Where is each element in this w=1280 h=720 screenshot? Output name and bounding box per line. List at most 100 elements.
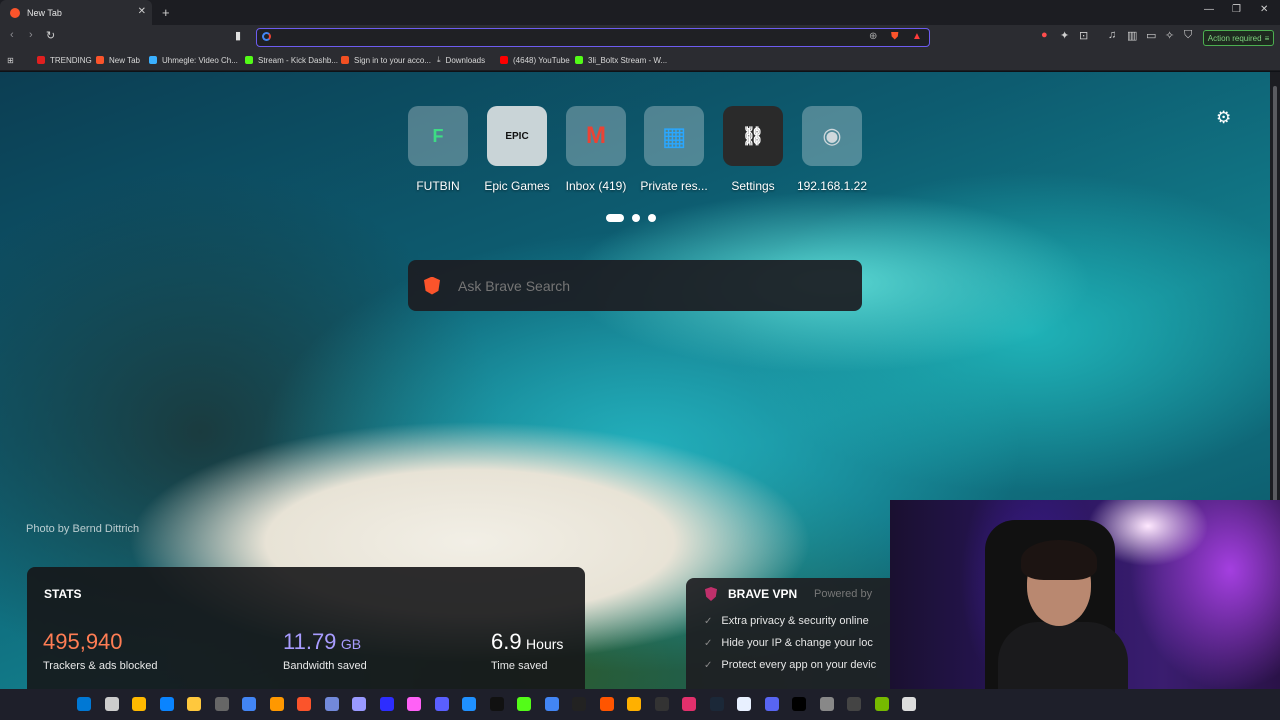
close-window-icon[interactable]: ✕ (1260, 4, 1268, 15)
stat-value: 6.9 (491, 629, 522, 654)
taskbar-app-icon[interactable] (462, 697, 476, 711)
taskbar-app-icon[interactable] (407, 697, 421, 711)
stats-widget: STATS 495,940 Trackers & ads blocked 11.… (27, 567, 585, 689)
webcam-overlay (890, 500, 1280, 689)
brave-shields-icon[interactable]: ⛊ (891, 31, 899, 42)
taskbar-app-icon[interactable] (544, 697, 559, 711)
taskbar-app-icon[interactable] (874, 697, 889, 711)
brave-search-box[interactable] (408, 260, 862, 311)
bookmark-item[interactable]: TRENDING (37, 54, 92, 66)
taskbar-app-icon[interactable] (902, 697, 916, 711)
taskbar (0, 689, 1280, 720)
bookmark-item[interactable]: Stream - Kick Dashb... (245, 54, 338, 66)
taskbar-app-icon[interactable] (709, 697, 724, 711)
wallet-icon[interactable]: ▭ (1146, 29, 1156, 42)
bookmark-item[interactable]: New Tab (96, 54, 140, 66)
apps-icon[interactable]: ⊞ (7, 54, 14, 66)
top-site-epic-games[interactable]: EPIC Epic Games (477, 106, 557, 193)
top-site-label: Settings (731, 179, 775, 193)
pager-dot[interactable] (606, 214, 624, 222)
bookmark-item[interactable]: (4648) YouTube (500, 54, 570, 66)
top-site-192-168-1-22[interactable]: ◉ 192.168.1.22 (792, 106, 872, 193)
address-input[interactable] (275, 30, 855, 44)
media-icon[interactable]: ♫ (1108, 29, 1116, 41)
taskbar-app-icon[interactable] (77, 697, 91, 711)
maximize-icon[interactable]: ❐ (1232, 4, 1241, 15)
bookmark-icon[interactable]: ▮ (235, 29, 241, 42)
top-site-private[interactable]: ▦ Private res... (634, 106, 714, 193)
taskbar-app-icon[interactable] (104, 697, 119, 711)
extensions-icon[interactable]: ✦ (1060, 29, 1069, 42)
address-bar[interactable]: ⊕ ⛊ ▲ (256, 28, 930, 47)
taskbar-app-icon[interactable] (269, 697, 284, 711)
google-icon (262, 32, 271, 41)
vpn-powered-by: Powered by (814, 588, 873, 600)
taskbar-app-icon[interactable] (737, 697, 751, 711)
download-icon: ⤓ (437, 55, 441, 64)
taskbar-app-icon[interactable] (214, 697, 229, 711)
stat-time: 6.9 Hours Time saved (491, 629, 563, 672)
youtube-icon (37, 56, 45, 64)
vpn-icon[interactable]: ⛉ (1184, 29, 1192, 42)
taskbar-app-icon[interactable] (379, 697, 394, 711)
record-extension-icon[interactable]: ● (1041, 29, 1048, 41)
taskbar-app-icon[interactable] (819, 697, 834, 711)
taskbar-app-icon[interactable] (434, 697, 449, 711)
vpn-shield-icon (705, 587, 717, 601)
top-site-inbox[interactable]: M Inbox (419) (556, 106, 636, 193)
futbin-icon: F (408, 106, 468, 166)
taskbar-app-icon[interactable] (132, 697, 146, 711)
sidebar-icon[interactable]: ▥ (1127, 29, 1137, 42)
search-input[interactable] (458, 277, 862, 294)
vpn-title: BRAVE VPN (728, 587, 798, 601)
taskbar-app-icon[interactable] (847, 697, 861, 711)
taskbar-app-icon[interactable] (352, 697, 366, 711)
photo-credit[interactable]: Photo by Bernd Dittrich (26, 523, 139, 535)
stats-heading: STATS (44, 587, 82, 601)
top-site-futbin[interactable]: F FUTBIN (398, 106, 478, 193)
tab-new-tab[interactable]: New Tab ✕ (0, 0, 152, 25)
stat-desc: Trackers & ads blocked (43, 660, 158, 672)
top-site-label: Epic Games (484, 179, 550, 193)
forward-icon[interactable]: › (29, 29, 33, 41)
brave-icon (96, 56, 104, 64)
pager-dot[interactable] (648, 214, 656, 222)
brave-vpn-widget[interactable]: BRAVE VPN Powered by ✓ Extra privacy & se… (686, 578, 890, 689)
bookmark-item[interactable]: Sign in to your acco... (341, 54, 431, 66)
taskbar-app-icon[interactable] (572, 697, 586, 711)
leo-ai-icon[interactable]: ✧ (1165, 29, 1174, 42)
taskbar-app-icon[interactable] (792, 697, 806, 711)
reload-icon[interactable]: ↻ (46, 29, 55, 42)
pager-dot[interactable] (632, 214, 640, 222)
top-site-label: Inbox (419) (565, 179, 627, 193)
taskbar-app-icon[interactable] (297, 697, 311, 711)
zoom-icon[interactable]: ⊕ (869, 31, 877, 42)
taskbar-app-icon[interactable] (242, 697, 256, 711)
taskbar-app-icon[interactable] (517, 697, 531, 711)
taskbar-app-icon[interactable] (489, 697, 504, 711)
new-tab-button[interactable]: + (162, 5, 170, 20)
back-icon[interactable]: ‹ (10, 29, 14, 41)
screenshot-icon[interactable]: ⊡ (1079, 29, 1088, 42)
top-site-settings[interactable]: ⛓ Settings (713, 106, 793, 193)
taskbar-app-icon[interactable] (627, 697, 641, 711)
taskbar-app-icon[interactable] (599, 697, 614, 711)
stat-unit: GB (340, 636, 362, 652)
action-required-label: Action required (1207, 33, 1262, 43)
stat-desc: Time saved (491, 660, 548, 672)
taskbar-app-icon[interactable] (159, 697, 174, 711)
action-required-button[interactable]: Action required ≡ (1203, 30, 1274, 46)
bookmark-item[interactable]: ⤓ Downloads (437, 54, 485, 66)
taskbar-app-icon[interactable] (764, 697, 779, 711)
brave-rewards-icon[interactable]: ▲ (912, 31, 922, 42)
bookmark-item[interactable]: 3li_Boltx Stream - W... (575, 54, 667, 66)
gear-icon[interactable]: ⚙ (1216, 108, 1231, 128)
taskbar-app-icon[interactable] (324, 697, 339, 711)
close-tab-icon[interactable]: ✕ (138, 6, 146, 17)
taskbar-app-icon[interactable] (682, 697, 696, 711)
microsoft-icon (341, 56, 349, 64)
taskbar-app-icon[interactable] (187, 697, 201, 711)
bookmark-item[interactable]: Uhmegle: Video Ch... (149, 54, 238, 66)
taskbar-app-icon[interactable] (654, 697, 669, 711)
minimize-icon[interactable]: — (1204, 4, 1214, 15)
